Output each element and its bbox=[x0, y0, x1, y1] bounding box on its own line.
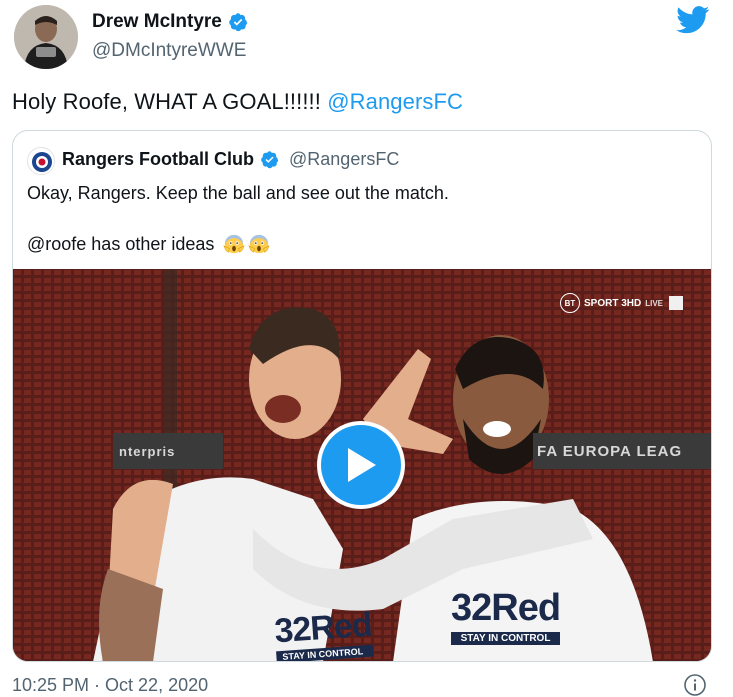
broadcaster-logo: BT SPORT 3HD LIVE bbox=[559, 293, 683, 313]
broadcaster-name: SPORT 3HD bbox=[583, 297, 642, 309]
play-icon bbox=[348, 448, 376, 482]
quoted-avatar[interactable] bbox=[27, 147, 55, 175]
tweet-timestamp[interactable]: 10:25 PM · Oct 22, 2020 bbox=[12, 675, 208, 696]
author-handle[interactable]: @DMcIntyreWWE bbox=[92, 40, 246, 62]
shirt-sponsor-right-text: 32Red bbox=[451, 587, 561, 629]
verified-badge-icon bbox=[261, 151, 279, 169]
video-thumbnail[interactable]: nterpris FA EUROPA LEAG 32Red STAY IN CO… bbox=[13, 269, 711, 661]
author-display-name[interactable]: Drew McIntyre bbox=[92, 11, 222, 33]
tweet-text: Holy Roofe, WHAT A GOAL!!!!!! @RangersFC bbox=[12, 89, 463, 115]
play-button[interactable] bbox=[317, 421, 405, 509]
info-icon[interactable] bbox=[683, 673, 707, 697]
quoted-tweet[interactable]: Rangers Football Club @RangersFC Okay, R… bbox=[12, 130, 712, 662]
author-avatar[interactable] bbox=[14, 5, 78, 69]
tweet-text-body: Holy Roofe, WHAT A GOAL!!!!!! bbox=[12, 89, 328, 114]
screaming-face-icon bbox=[248, 234, 270, 254]
live-indicator bbox=[669, 296, 683, 310]
quoted-text-line-1: Okay, Rangers. Keep the ball and see out… bbox=[27, 183, 449, 203]
screaming-face-icon bbox=[223, 234, 245, 254]
bt-badge: BT bbox=[559, 293, 580, 313]
shirt-sponsor-left: 32Red STAY IN CONTROL bbox=[273, 605, 374, 661]
broadcaster-live: LIVE bbox=[645, 298, 663, 308]
quoted-handle[interactable]: @RangersFC bbox=[289, 149, 399, 170]
quoted-text-line-2-text: @roofe has other ideas bbox=[27, 233, 215, 254]
tweet-card: Drew McIntyre @DMcIntyreWWE Holy Roofe, … bbox=[0, 0, 733, 697]
ad-board-left: nterpris bbox=[113, 433, 223, 469]
ad-board-right-text: FA EUROPA LEAG bbox=[537, 442, 683, 460]
verified-badge-icon bbox=[229, 13, 248, 32]
twitter-bird-icon[interactable] bbox=[676, 6, 710, 34]
shirt-slogan-right: STAY IN CONTROL bbox=[451, 632, 561, 645]
quoted-text-line-2: @roofe has other ideas bbox=[27, 233, 270, 255]
quoted-name-row: Rangers Football Club @RangersFC bbox=[62, 149, 399, 170]
ad-board-right: FA EUROPA LEAG bbox=[533, 433, 711, 469]
author-name-row: Drew McIntyre bbox=[92, 11, 248, 33]
shirt-sponsor-right: 32Red STAY IN CONTROL bbox=[451, 587, 561, 645]
mention-link[interactable]: @RangersFC bbox=[327, 89, 463, 114]
quoted-display-name[interactable]: Rangers Football Club bbox=[62, 149, 254, 170]
ad-board-left-text: nterpris bbox=[119, 443, 176, 459]
shirt-sponsor-left-text: 32Red bbox=[273, 605, 373, 651]
